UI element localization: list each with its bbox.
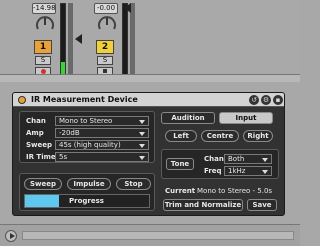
- chan-select-value: Mono to Stereo: [59, 117, 113, 125]
- track-1-activator[interactable]: 1: [34, 40, 52, 54]
- track-2-meter: [122, 3, 128, 78]
- amp-select-value: -20dB: [59, 129, 80, 137]
- hot-swap-icon[interactable]: ↺: [249, 95, 259, 105]
- tone-chan-select[interactable]: Both: [224, 154, 272, 164]
- track-2-pan-knob-icon[interactable]: [97, 15, 117, 33]
- current-label: Current: [165, 187, 196, 195]
- centre-channel-button[interactable]: Centre: [201, 130, 239, 142]
- track-1-meter: [60, 3, 66, 78]
- track-1-volume[interactable]: -14.98: [32, 3, 56, 14]
- ir-measurement-device: IR Measurement Device ↺ ⚙ ▪ Chan Mono to…: [12, 92, 285, 216]
- track-1-fader[interactable]: [68, 3, 73, 78]
- device-title: IR Measurement Device: [31, 95, 138, 104]
- progress-label: Progress: [69, 197, 104, 205]
- transport-bar: [0, 224, 300, 246]
- track-2-fader[interactable]: [130, 3, 135, 78]
- right-channel-button[interactable]: Right: [243, 130, 273, 142]
- left-channel-button[interactable]: Left: [165, 130, 197, 142]
- chevron-down-icon: [139, 120, 145, 124]
- save-preset-icon[interactable]: ▪: [273, 95, 283, 105]
- tab-audition[interactable]: Audition: [161, 112, 215, 124]
- chan-select[interactable]: Mono to Stereo: [55, 116, 149, 126]
- chevron-down-icon: [139, 156, 145, 160]
- measure-panel: Sweep Impulse Stop Progress: [19, 173, 155, 211]
- stop-button[interactable]: Stop: [116, 178, 151, 190]
- tone-chan-label: Chan: [204, 155, 224, 163]
- current-value: Mono to Stereo - 5.0s: [197, 187, 273, 195]
- progress-bar: Progress: [24, 194, 150, 208]
- ir-time-select[interactable]: 5s: [55, 152, 149, 162]
- settings-icon[interactable]: ⚙: [261, 95, 271, 105]
- impulse-button[interactable]: Impulse: [67, 178, 111, 190]
- tone-freq-value: 1kHz: [228, 167, 246, 175]
- tone-freq-select[interactable]: 1kHz: [224, 166, 272, 176]
- amp-select[interactable]: -20dB: [55, 128, 149, 138]
- chevron-down-icon: [139, 132, 145, 136]
- device-title-bar[interactable]: IR Measurement Device ↺ ⚙ ▪: [13, 93, 284, 107]
- device-power-icon[interactable]: [18, 96, 26, 104]
- sweep-button[interactable]: Sweep: [24, 178, 62, 190]
- sweep-label: Sweep: [26, 141, 53, 149]
- sweep-select-value: 45s (high quality): [59, 141, 121, 149]
- tone-chan-value: Both: [228, 155, 245, 163]
- params-panel: Chan Mono to Stereo Amp -20dB Sweep 45s …: [19, 111, 155, 163]
- horizontal-scrollbar[interactable]: [22, 231, 294, 240]
- track-1-pan-knob-icon[interactable]: [35, 15, 55, 33]
- monitor-icon: [103, 69, 107, 73]
- amp-label: Amp: [26, 129, 44, 137]
- trim-normalize-button[interactable]: Trim and Normalize: [163, 199, 243, 211]
- sweep-select[interactable]: 45s (high quality): [55, 140, 149, 150]
- tab-input[interactable]: Input: [219, 112, 273, 124]
- tone-freq-label: Freq: [204, 167, 222, 175]
- track-2-volume[interactable]: -0.00: [94, 3, 118, 14]
- progress-indicator: [25, 195, 59, 207]
- chevron-down-icon: [262, 170, 268, 174]
- track-2-solo-button[interactable]: S: [97, 56, 113, 65]
- save-button[interactable]: Save: [247, 199, 277, 211]
- track-1-solo-button[interactable]: S: [35, 56, 51, 65]
- tone-button[interactable]: Tone: [166, 158, 194, 170]
- track-2-activator[interactable]: 2: [96, 40, 114, 54]
- track-2-fader-handle-icon[interactable]: [124, 3, 131, 13]
- ir-time-select-value: 5s: [59, 153, 68, 161]
- tone-panel: Tone Chan Both Freq 1kHz: [161, 149, 279, 179]
- mixer-area: -14.98 1 S -0.00 2 S: [0, 0, 300, 82]
- chevron-down-icon: [139, 144, 145, 148]
- play-icon[interactable]: [5, 230, 17, 242]
- mixer-divider: [0, 74, 300, 82]
- chan-label: Chan: [26, 117, 46, 125]
- chevron-down-icon: [262, 158, 268, 162]
- track-1-fader-handle-icon[interactable]: [75, 34, 82, 44]
- ir-time-label: IR Time: [26, 153, 56, 161]
